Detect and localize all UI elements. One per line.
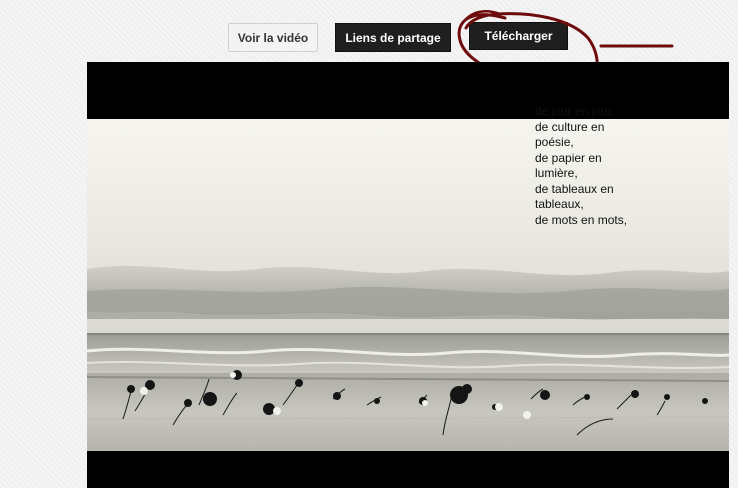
download-button[interactable]: Télécharger	[469, 22, 568, 50]
watch-video-button[interactable]: Voir la vidéo	[228, 23, 318, 52]
poem-line: de mots en mots,	[535, 212, 628, 227]
poem-line: lumière,	[535, 166, 578, 180]
video-poem-text: de jour en jour, de culture en poésie, d…	[535, 104, 645, 228]
poem-line: poésie,	[535, 135, 574, 149]
poem-line: de culture en	[535, 119, 605, 134]
poem-line: de tableaux en	[535, 181, 614, 196]
poem-line: de papier en	[535, 150, 602, 165]
poem-line: de jour en jour,	[535, 104, 615, 118]
poem-line: tableaux,	[535, 197, 584, 211]
share-links-button[interactable]: Liens de partage	[335, 23, 451, 52]
